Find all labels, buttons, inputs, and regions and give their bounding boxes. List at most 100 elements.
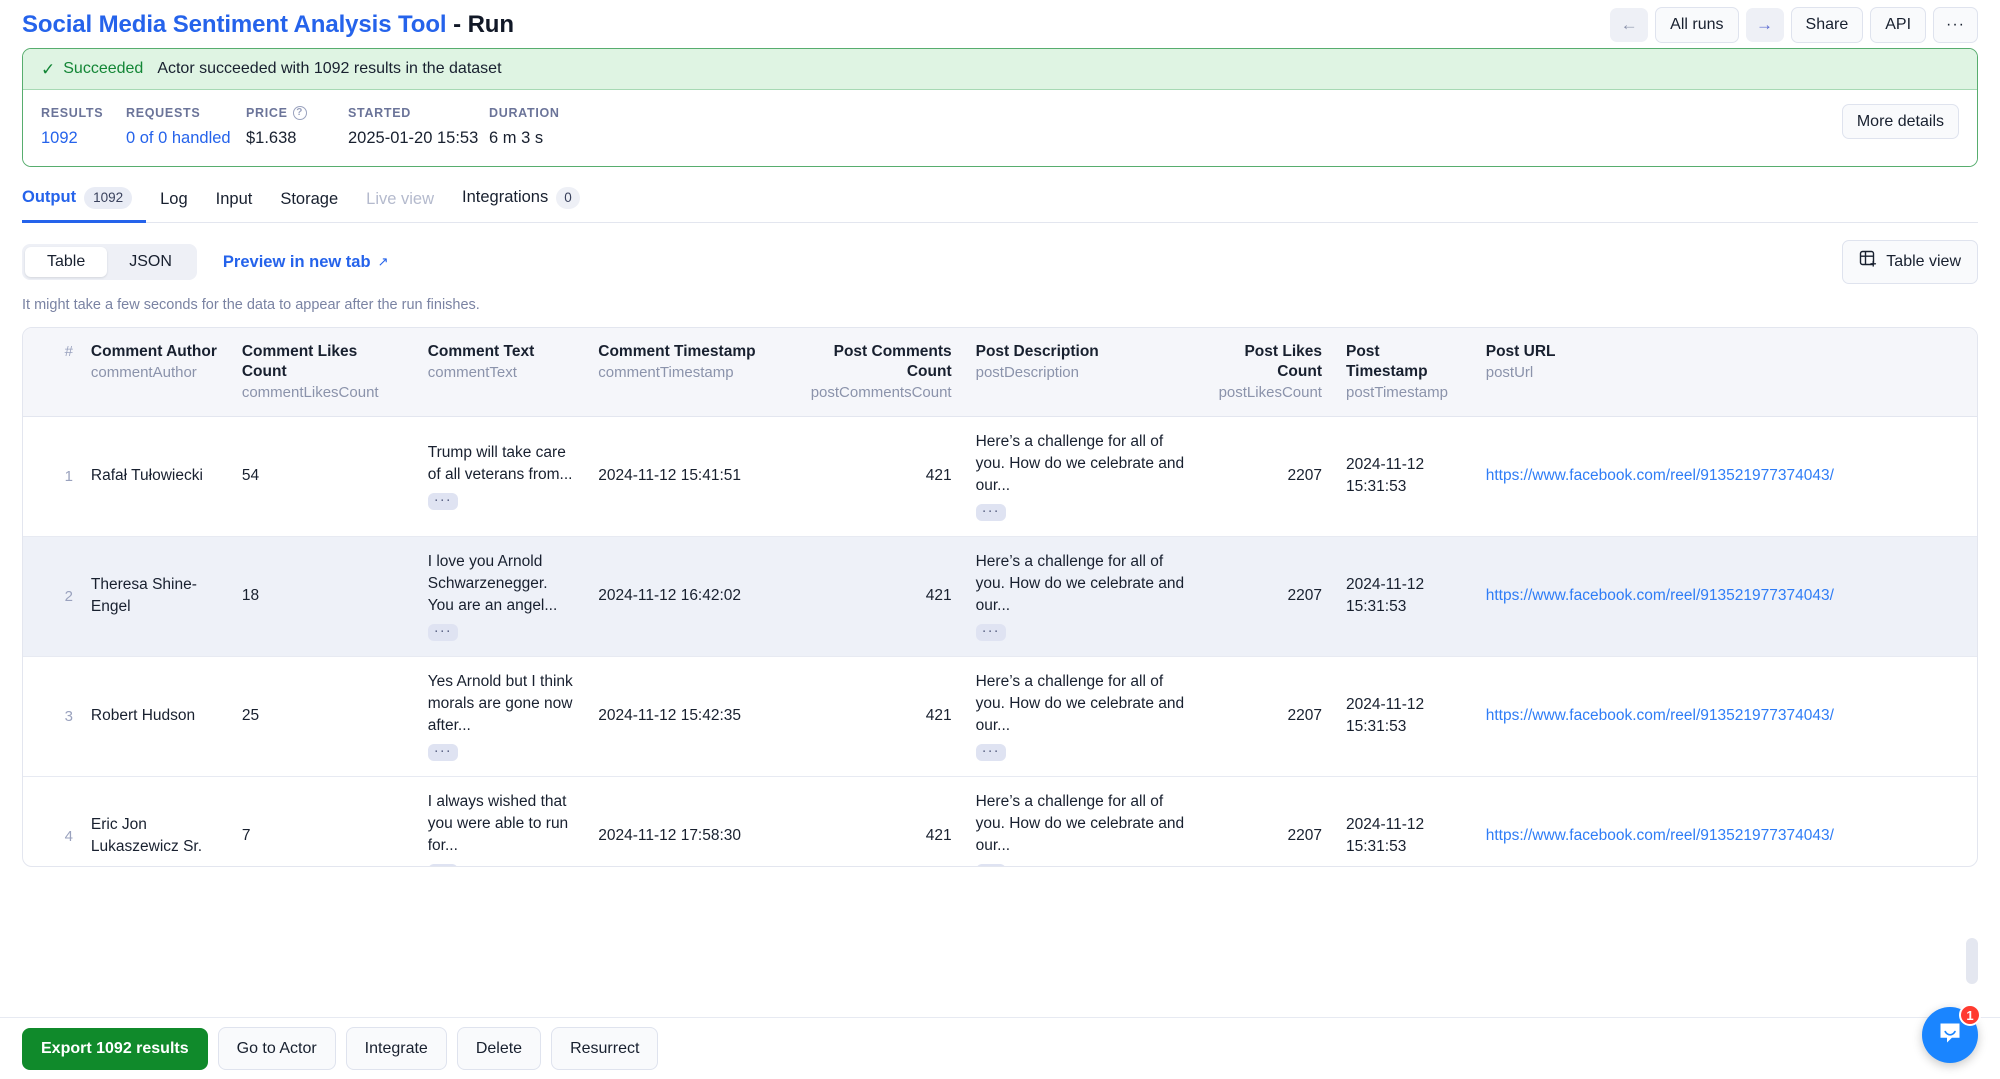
expand-comment-text-button[interactable]: ··· bbox=[428, 624, 458, 641]
title-run-label: Run bbox=[468, 11, 514, 38]
export-results-button[interactable]: Export 1092 results bbox=[22, 1028, 208, 1070]
cell-comment-timestamp: 2024-11-12 15:42:35 bbox=[586, 656, 798, 776]
stat-started-label: STARTED bbox=[348, 106, 489, 120]
run-status-banner: ✓ Succeeded Actor succeeded with 1092 re… bbox=[22, 48, 1978, 167]
cell-comment-likes-count: 7 bbox=[230, 776, 416, 867]
stat-requests: REQUESTS 0 of 0 handled bbox=[126, 106, 246, 148]
post-url-link[interactable]: https://www.facebook.com/reel/9135219773… bbox=[1486, 707, 1834, 724]
more-options-button[interactable]: ··· bbox=[1933, 7, 1978, 42]
external-link-icon: ↗ bbox=[378, 254, 389, 270]
chat-bubble-icon bbox=[1936, 1019, 1964, 1052]
view-mode-switch: Table JSON bbox=[22, 244, 197, 280]
table-row[interactable]: 2 Theresa Shine-Engel 18 I love you Arno… bbox=[23, 536, 1977, 656]
status-message: Actor succeeded with 1092 results in the… bbox=[157, 60, 501, 78]
expand-comment-text-button[interactable]: ··· bbox=[428, 744, 458, 761]
cell-comment-timestamp: 2024-11-12 16:42:02 bbox=[586, 536, 798, 656]
post-url-link[interactable]: https://www.facebook.com/reel/9135219773… bbox=[1486, 587, 1834, 604]
actor-name[interactable]: Social Media Sentiment Analysis Tool bbox=[22, 11, 447, 38]
stat-duration-value: 6 m 3 s bbox=[489, 129, 609, 148]
results-table: # Comment Author commentAuthor Comment L… bbox=[23, 328, 1977, 867]
column-comment-likes-count-title: Comment Likes Count bbox=[242, 343, 357, 380]
column-post-likes-count[interactable]: Post Likes Count postLikesCount bbox=[1197, 328, 1334, 416]
run-actions-bar: Export 1092 results Go to Actor Integrat… bbox=[0, 1017, 2000, 1079]
post-url-link[interactable]: https://www.facebook.com/reel/9135219773… bbox=[1486, 467, 1834, 484]
delete-button[interactable]: Delete bbox=[457, 1027, 541, 1070]
stat-duration: DURATION 6 m 3 s bbox=[489, 106, 609, 148]
table-row[interactable]: 4 Eric Jon Lukaszewicz Sr. 7 I always wi… bbox=[23, 776, 1977, 867]
tab-live-view: Live view bbox=[352, 190, 448, 223]
integrate-button[interactable]: Integrate bbox=[346, 1027, 447, 1070]
expand-comment-text-button[interactable]: ··· bbox=[428, 864, 458, 867]
tab-output[interactable]: Output 1092 bbox=[22, 187, 146, 223]
column-post-description-field: postDescription bbox=[976, 363, 1185, 382]
share-button[interactable]: Share bbox=[1791, 7, 1864, 42]
cell-post-likes-count: 2207 bbox=[1197, 536, 1334, 656]
stat-started-value: 2025-01-20 15:53 bbox=[348, 129, 489, 148]
support-chat-button[interactable]: 1 bbox=[1922, 1007, 1978, 1063]
stat-started: STARTED 2025-01-20 15:53 bbox=[348, 106, 489, 148]
vertical-scrollbar[interactable] bbox=[1966, 938, 1978, 984]
table-row[interactable]: 3 Robert Hudson 25 Yes Arnold but I thin… bbox=[23, 656, 1977, 776]
help-icon[interactable]: ? bbox=[293, 106, 307, 120]
tab-storage-label: Storage bbox=[280, 190, 338, 209]
column-post-comments-count-title: Post Comments Count bbox=[834, 343, 952, 380]
expand-post-description-button[interactable]: ··· bbox=[976, 744, 1006, 761]
column-comment-text-field: commentText bbox=[428, 363, 575, 382]
cell-comment-text-value: Trump will take care of all veterans fro… bbox=[428, 442, 575, 486]
cell-post-timestamp: 2024-11-12 15:31:53 bbox=[1334, 536, 1474, 656]
expand-post-description-button[interactable]: ··· bbox=[976, 864, 1006, 867]
page-header: Social Media Sentiment Analysis Tool - R… bbox=[0, 0, 2000, 46]
view-mode-table[interactable]: Table bbox=[25, 247, 107, 277]
column-post-timestamp-field: postTimestamp bbox=[1346, 383, 1462, 402]
unread-count-badge: 1 bbox=[1959, 1004, 1981, 1026]
results-table-container[interactable]: # Comment Author commentAuthor Comment L… bbox=[22, 327, 1978, 867]
tab-input[interactable]: Input bbox=[202, 190, 267, 223]
column-comment-timestamp[interactable]: Comment Timestamp commentTimestamp bbox=[586, 328, 798, 416]
tab-storage[interactable]: Storage bbox=[266, 190, 352, 223]
post-url-link[interactable]: https://www.facebook.com/reel/9135219773… bbox=[1486, 827, 1834, 844]
column-post-url-field: postUrl bbox=[1486, 363, 1965, 382]
run-status-header: ✓ Succeeded Actor succeeded with 1092 re… bbox=[23, 49, 1977, 90]
column-post-description[interactable]: Post Description postDescription bbox=[964, 328, 1197, 416]
next-run-button[interactable]: → bbox=[1746, 8, 1784, 42]
column-comment-likes-count[interactable]: Comment Likes Count commentLikesCount bbox=[230, 328, 416, 416]
tab-log-label: Log bbox=[160, 190, 188, 209]
status-text: Succeeded bbox=[63, 60, 143, 78]
column-post-timestamp[interactable]: Post Timestamp postTimestamp bbox=[1334, 328, 1474, 416]
expand-post-description-button[interactable]: ··· bbox=[976, 504, 1006, 521]
cell-post-timestamp: 2024-11-12 15:31:53 bbox=[1334, 656, 1474, 776]
expand-comment-text-button[interactable]: ··· bbox=[428, 493, 458, 510]
preview-in-new-tab-link[interactable]: Preview in new tab ↗ bbox=[223, 253, 389, 272]
preview-link-label: Preview in new tab bbox=[223, 253, 371, 272]
column-comment-timestamp-title: Comment Timestamp bbox=[598, 343, 755, 360]
view-mode-json[interactable]: JSON bbox=[107, 247, 194, 277]
cell-post-url: https://www.facebook.com/reel/9135219773… bbox=[1474, 536, 1977, 656]
cell-comment-timestamp: 2024-11-12 17:58:30 bbox=[586, 776, 798, 867]
resurrect-button[interactable]: Resurrect bbox=[551, 1027, 658, 1070]
column-post-comments-count[interactable]: Post Comments Count postCommentsCount bbox=[799, 328, 964, 416]
previous-run-button[interactable]: ← bbox=[1610, 8, 1648, 42]
cell-post-description: Here’s a challenge for all of you. How d… bbox=[964, 656, 1197, 776]
stat-price-value: $1.638 bbox=[246, 129, 348, 148]
column-comment-author[interactable]: Comment Author commentAuthor bbox=[79, 328, 230, 416]
column-comment-text[interactable]: Comment Text commentText bbox=[416, 328, 587, 416]
stat-requests-value[interactable]: 0 of 0 handled bbox=[126, 129, 246, 148]
go-to-actor-button[interactable]: Go to Actor bbox=[218, 1027, 336, 1070]
table-body: 1 Rafał Tułowiecki 54 Trump will take ca… bbox=[23, 416, 1977, 867]
tab-integrations-label: Integrations bbox=[462, 188, 548, 207]
more-details-button[interactable]: More details bbox=[1842, 104, 1959, 139]
tab-log[interactable]: Log bbox=[146, 190, 202, 223]
expand-post-description-button[interactable]: ··· bbox=[976, 624, 1006, 641]
table-row[interactable]: 1 Rafał Tułowiecki 54 Trump will take ca… bbox=[23, 416, 1977, 536]
tab-integrations[interactable]: Integrations 0 bbox=[448, 187, 594, 223]
cell-post-description-value: Here’s a challenge for all of you. How d… bbox=[976, 551, 1185, 617]
stat-results-value[interactable]: 1092 bbox=[41, 129, 126, 148]
tab-integrations-count: 0 bbox=[556, 187, 580, 209]
cell-post-comments-count: 421 bbox=[799, 656, 964, 776]
stat-price-label: PRICE ? bbox=[246, 106, 348, 120]
table-view-button[interactable]: Table view bbox=[1842, 240, 1978, 283]
cell-post-comments-count: 421 bbox=[799, 416, 964, 536]
column-post-url[interactable]: Post URL postUrl bbox=[1474, 328, 1977, 416]
api-button[interactable]: API bbox=[1870, 7, 1926, 42]
all-runs-button[interactable]: All runs bbox=[1655, 7, 1738, 42]
